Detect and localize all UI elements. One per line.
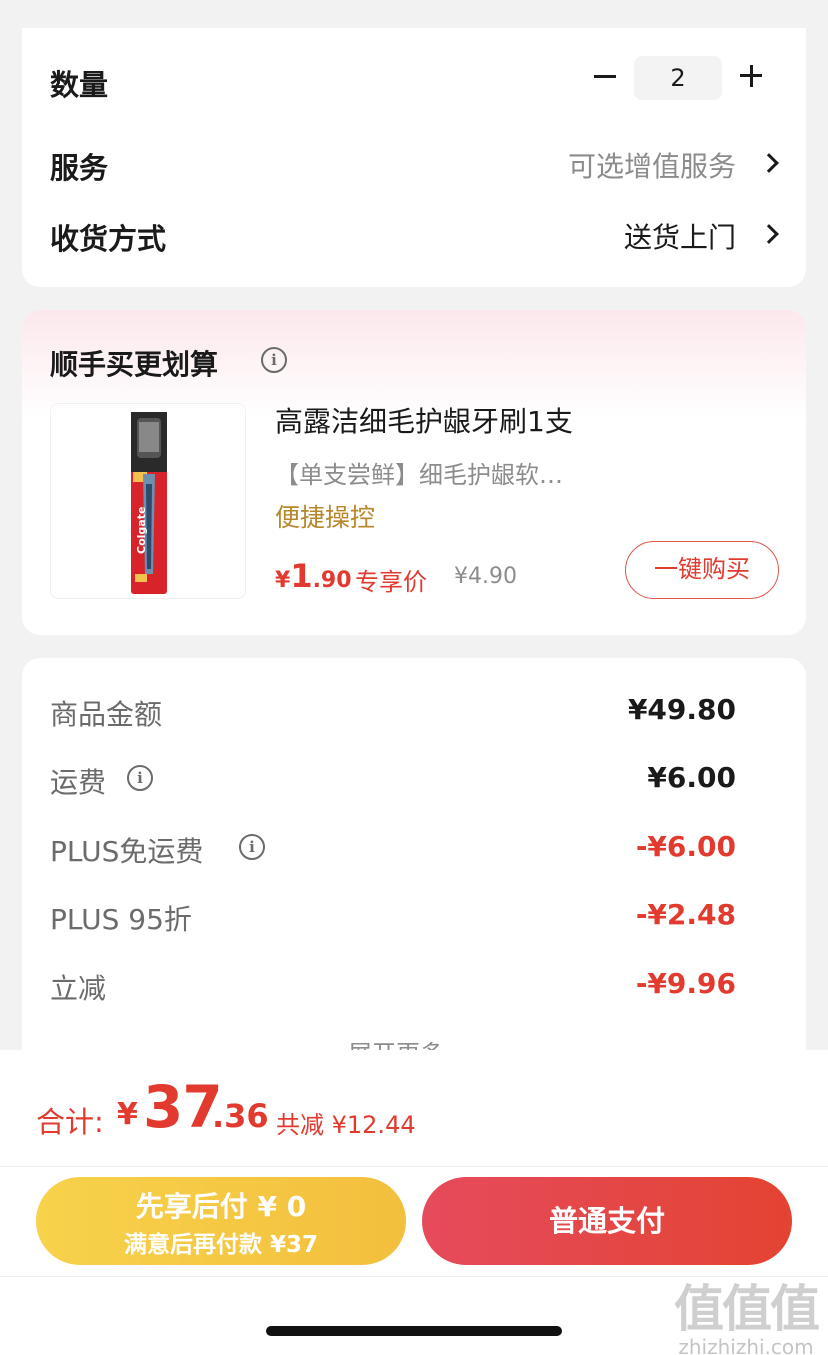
one-click-buy-button[interactable]: 一键购买 xyxy=(625,541,779,599)
quantity-input[interactable]: 2 xyxy=(634,56,722,100)
order-options-card: 数量 2 服务 可选增值服务 收货方式 送货上门 xyxy=(22,28,806,287)
pay-later-sublabel: 满意后再付款 ¥37 xyxy=(123,1232,319,1258)
info-icon[interactable]: i xyxy=(239,834,265,860)
product-name[interactable]: 高露洁细毛护龈牙刷1支 xyxy=(275,400,573,440)
total-amount-integer: 37 xyxy=(143,1073,223,1141)
bundle-title: 顺手买更划算 xyxy=(50,348,219,381)
standard-pay-button[interactable]: 普通支付 xyxy=(422,1177,792,1265)
total-label: 合计: xyxy=(36,1105,104,1139)
product-image-brand: Colgate xyxy=(135,507,148,554)
total-saving: 共减 ¥12.44 xyxy=(276,1111,416,1139)
product-image[interactable]: Colgate xyxy=(50,403,246,599)
home-indicator[interactable] xyxy=(266,1326,562,1336)
quantity-label: 数量 xyxy=(50,68,109,102)
info-icon[interactable]: i xyxy=(261,347,287,373)
service-value: 可选增值服务 xyxy=(567,150,736,183)
summary-value-subtotal: ¥49.80 xyxy=(627,693,736,726)
summary-label-shipping: 运费 xyxy=(50,766,107,799)
chevron-right-icon xyxy=(759,224,779,244)
summary-label-subtotal: 商品金额 xyxy=(50,698,163,731)
summary-label-plus-discount: PLUS 95折 xyxy=(50,903,192,936)
price-summary-card: 商品金额 ¥49.80 运费 i ¥6.00 PLUS免运费 i -¥6.00 … xyxy=(22,658,806,1078)
product-tag: 便捷操控 xyxy=(275,503,376,532)
bundle-card: 顺手买更划算 i Colgate 高露洁细毛护龈牙刷1支 【单支尝鲜】细毛护龈软… xyxy=(22,310,806,635)
total-currency: ¥ xyxy=(117,1097,138,1132)
product-price: ¥1.90 xyxy=(275,557,352,595)
summary-value-instant-discount: -¥9.96 xyxy=(635,967,736,1000)
summary-value-shipping: ¥6.00 xyxy=(647,761,736,794)
quantity-decrease-button[interactable] xyxy=(594,62,616,90)
price-integer: 1 xyxy=(290,557,313,595)
price-currency: ¥ xyxy=(275,568,291,593)
total-amount-decimal: .36 xyxy=(212,1097,269,1135)
watermark: 值值值 zhizhizhi.com xyxy=(674,1269,820,1355)
summary-value-plus-free-shipping: -¥6.00 xyxy=(635,830,736,863)
summary-label-instant-discount: 立减 xyxy=(50,972,107,1005)
original-price: ¥4.90 xyxy=(454,564,517,589)
chevron-right-icon xyxy=(759,153,779,173)
divider xyxy=(0,1166,828,1167)
quantity-increase-button[interactable] xyxy=(740,65,762,87)
product-description: 【单支尝鲜】细毛护龈软… xyxy=(275,461,563,489)
pay-later-button[interactable]: 先享后付 ¥ 0 满意后再付款 ¥37 xyxy=(36,1177,406,1265)
summary-value-plus-discount: -¥2.48 xyxy=(635,898,736,931)
exclusive-price-label: 专享价 xyxy=(355,568,427,596)
summary-label-plus-free-shipping: PLUS免运费 xyxy=(50,835,204,868)
checkout-bar: 合计: ¥ 37 .36 共减 ¥12.44 先享后付 ¥ 0 满意后再付款 ¥… xyxy=(0,1050,828,1355)
service-label: 服务 xyxy=(50,151,109,185)
watermark-url: zhizhizhi.com xyxy=(678,1335,814,1355)
watermark-logo: 值值值 xyxy=(674,1280,820,1338)
delivery-value: 送货上门 xyxy=(623,221,736,254)
info-icon[interactable]: i xyxy=(127,765,153,791)
pay-later-label: 先享后付 ¥ 0 xyxy=(135,1190,307,1223)
toothbrush-image: Colgate xyxy=(131,412,167,594)
delivery-label: 收货方式 xyxy=(50,222,167,256)
price-decimal: .90 xyxy=(312,568,352,593)
